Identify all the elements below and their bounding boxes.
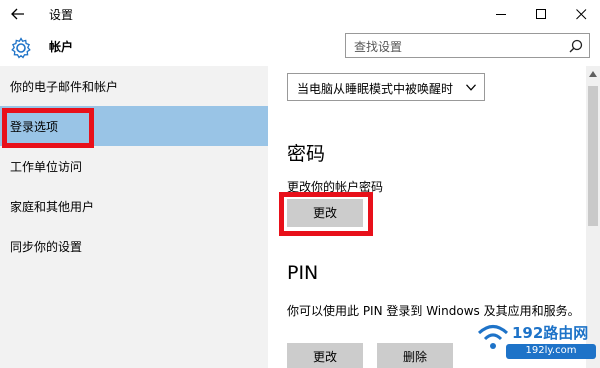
minimize-icon [496, 14, 506, 15]
sidebar-item-family-users[interactable]: 家庭和其他用户 [0, 186, 268, 226]
watermark-url: 192ly.com [525, 345, 577, 356]
watermark-logo-text: 192路由网 [512, 324, 589, 342]
search-input[interactable]: 查找设置 [345, 33, 590, 58]
sidebar-item-label: 同步你的设置 [10, 240, 83, 254]
search-icon[interactable] [569, 39, 583, 53]
page-title: 帐户 [49, 40, 74, 54]
chevron-down-icon [466, 84, 476, 91]
dropdown-value: 当电脑从睡眠模式中被唤醒时 [297, 82, 454, 96]
gear-icon [11, 37, 31, 59]
back-arrow-icon [11, 8, 24, 20]
require-signin-dropdown[interactable]: 当电脑从睡眠模式中被唤醒时 [287, 73, 485, 101]
sidebar-item-sync-settings[interactable]: 同步你的设置 [0, 226, 268, 266]
window-title: 设置 [49, 8, 74, 22]
sidebar-item-email-accounts[interactable]: 你的电子邮件和帐户 [0, 66, 268, 106]
title-bar: 设置 [0, 0, 600, 28]
pin-section-title: PIN [287, 262, 319, 284]
change-pin-button[interactable]: 更改 [287, 343, 363, 368]
close-icon [576, 9, 587, 20]
scroll-up-icon[interactable] [588, 70, 598, 78]
back-button[interactable] [6, 3, 30, 25]
watermark-url-badge: 192ly.com [506, 344, 596, 359]
close-button[interactable] [558, 0, 600, 28]
scrollbar-thumb[interactable] [588, 86, 598, 226]
settings-window: 设置 帐户 查找设置 你的电子邮件和帐户 登录选项 工作单位访问 家庭和其他用户… [0, 0, 600, 368]
sidebar-item-label: 家庭和其他用户 [10, 200, 95, 214]
highlight-sign-in-options [2, 108, 94, 148]
delete-pin-button[interactable]: 删除 [377, 343, 453, 368]
sidebar-item-work-access[interactable]: 工作单位访问 [0, 146, 268, 186]
maximize-icon [536, 9, 546, 19]
wifi-logo-icon [477, 325, 509, 349]
search-placeholder: 查找设置 [354, 40, 403, 54]
watermark: 192路由网 192ly.com [474, 318, 600, 368]
sidebar-item-label: 工作单位访问 [10, 160, 83, 174]
password-section-title: 密码 [287, 143, 326, 165]
highlight-change-password [279, 192, 373, 236]
sidebar-item-label: 你的电子邮件和帐户 [10, 80, 119, 94]
